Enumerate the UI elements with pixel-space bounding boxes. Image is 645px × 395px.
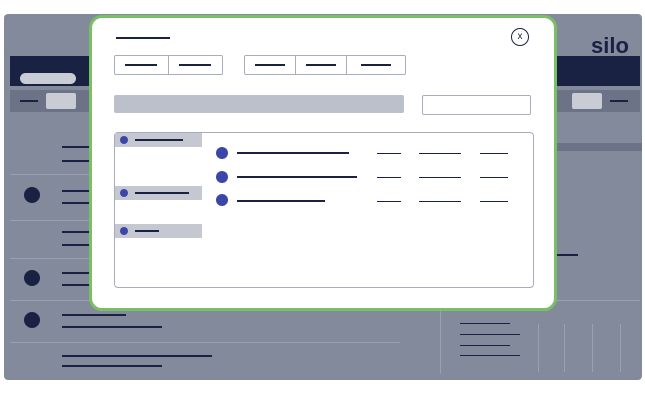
item-column-value (480, 153, 508, 154)
row-status-dot (24, 312, 40, 328)
item-column-value (419, 177, 461, 178)
right-dash (556, 254, 578, 256)
bg-row-line (62, 190, 92, 192)
modal-dialog: x (89, 15, 557, 311)
column-divider (564, 324, 565, 372)
right-line (460, 345, 510, 346)
folder-dot-icon (120, 189, 128, 197)
segment-label (306, 64, 336, 66)
silo-logo: silo BY AUTHENTIC8 (586, 33, 634, 72)
item-column-value (377, 201, 401, 202)
segment-option[interactable] (169, 56, 222, 74)
toolbar-button-right[interactable] (572, 93, 602, 109)
item-dot-icon (216, 171, 228, 183)
close-button[interactable]: x (511, 28, 529, 46)
column-divider (592, 324, 593, 372)
segment-option[interactable] (245, 56, 296, 74)
row-divider (10, 220, 96, 221)
browser-panel (114, 132, 534, 288)
bg-row-line (62, 231, 92, 233)
column-divider (538, 324, 539, 372)
row-divider (10, 258, 96, 259)
segment-label (179, 64, 211, 66)
search-input[interactable] (114, 95, 404, 113)
folder-dot-icon (120, 227, 128, 235)
item-column-value (419, 201, 461, 202)
right-line (460, 323, 510, 324)
item-column-value (377, 153, 401, 154)
row-divider (10, 174, 96, 175)
tree-item-selected[interactable] (115, 133, 202, 147)
item-name (237, 152, 349, 154)
bg-row-line (62, 160, 92, 162)
bg-row-line (62, 326, 162, 328)
segmented-control-left (114, 55, 223, 75)
row-status-dot (24, 270, 40, 286)
close-icon: x (517, 31, 523, 42)
item-column-value (419, 153, 461, 154)
toolbar-dash (20, 100, 38, 102)
logo-main-text: silo (591, 33, 629, 58)
segment-option[interactable] (115, 56, 169, 74)
tree-item[interactable] (115, 186, 202, 200)
bg-row-line (62, 202, 92, 204)
item-dot-icon (216, 194, 228, 206)
segmented-control-right (244, 55, 406, 75)
bg-row-line (62, 365, 162, 367)
item-column-value (480, 201, 508, 202)
tree-item-label (135, 230, 159, 232)
logo-sub-text: BY AUTHENTIC8 (588, 56, 632, 62)
segment-label (125, 64, 157, 66)
item-dot-icon (216, 147, 228, 159)
item-name (237, 176, 357, 178)
bg-row-line (62, 314, 126, 316)
item-name (237, 200, 325, 202)
column-divider (620, 324, 621, 372)
tree-item-label (135, 192, 189, 194)
bg-row-line (62, 355, 212, 357)
right-line (460, 355, 520, 356)
row-status-dot (24, 187, 40, 203)
item-column-value (480, 177, 508, 178)
segment-option[interactable] (347, 56, 405, 74)
toolbar-dash-right (610, 100, 628, 102)
bg-row-line (62, 146, 92, 148)
bg-row-line (62, 244, 92, 246)
tree-item-label (135, 139, 183, 141)
segment-label (255, 64, 285, 66)
segment-label (361, 64, 391, 66)
bg-row-line (62, 272, 92, 274)
item-column-value (377, 177, 401, 178)
bg-row-line (62, 284, 92, 286)
tree-item[interactable] (115, 224, 202, 238)
row-divider (10, 342, 400, 343)
folder-dot-icon (120, 136, 128, 144)
filter-input[interactable] (422, 95, 531, 115)
right-line (460, 334, 520, 335)
segment-option[interactable] (296, 56, 347, 74)
modal-title (116, 37, 170, 39)
right-column-header (556, 143, 642, 151)
column-divider (440, 308, 441, 374)
nav-button[interactable] (20, 73, 76, 84)
toolbar-button[interactable] (46, 93, 76, 109)
